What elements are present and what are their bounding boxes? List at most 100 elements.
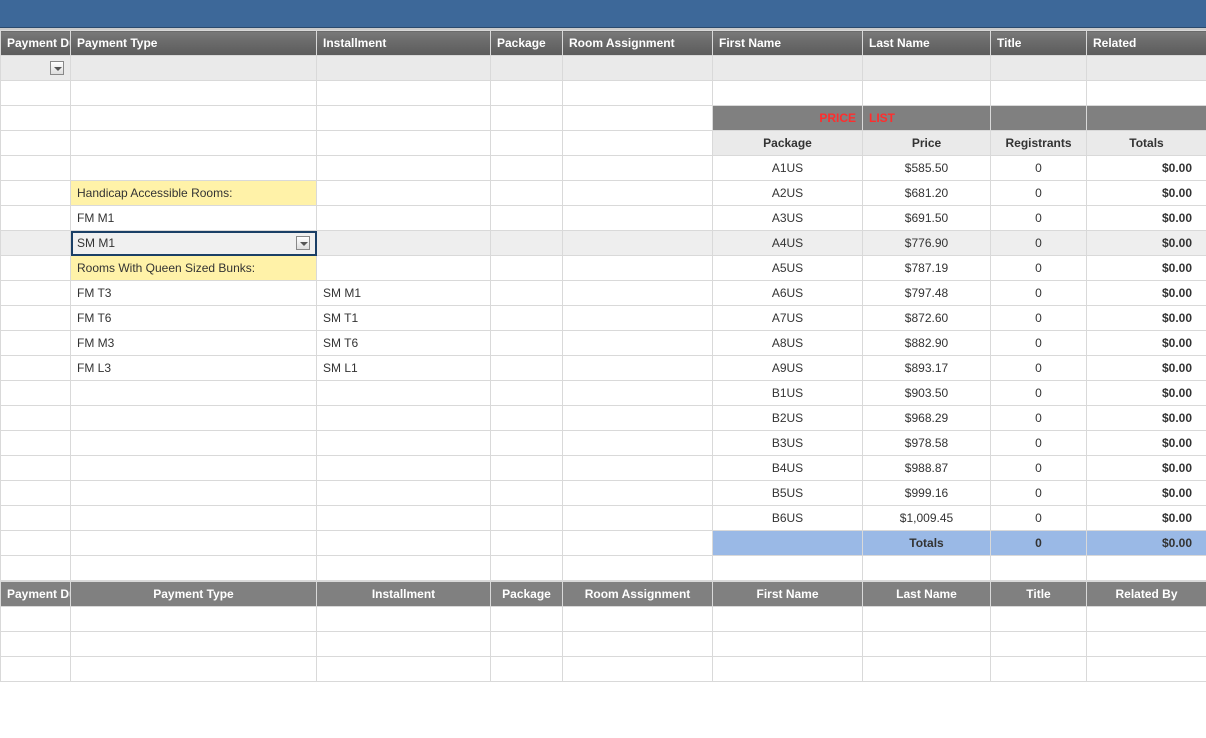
- cell[interactable]: [713, 81, 863, 106]
- col2-installment[interactable]: Installment: [317, 582, 491, 607]
- cell[interactable]: [563, 657, 713, 682]
- price-price[interactable]: $776.90: [863, 231, 991, 256]
- cell[interactable]: [491, 231, 563, 256]
- price-pkg[interactable]: A6US: [713, 281, 863, 306]
- cell[interactable]: FM L3: [71, 356, 317, 381]
- cell[interactable]: [1, 131, 71, 156]
- col-first-name[interactable]: First Name: [713, 31, 863, 56]
- filter-payment-due[interactable]: [1, 56, 71, 81]
- cell[interactable]: [491, 657, 563, 682]
- price-reg[interactable]: 0: [991, 381, 1087, 406]
- price-price[interactable]: $787.19: [863, 256, 991, 281]
- cell[interactable]: [991, 81, 1087, 106]
- cell-queen-header[interactable]: Rooms With Queen Sized Bunks:: [71, 256, 317, 281]
- cell[interactable]: [713, 607, 863, 632]
- cell[interactable]: [1087, 607, 1206, 632]
- col-installment[interactable]: Installment: [317, 31, 491, 56]
- cell[interactable]: [491, 607, 563, 632]
- cell[interactable]: [1, 356, 71, 381]
- price-reg[interactable]: 0: [991, 281, 1087, 306]
- col2-room-assignment[interactable]: Room Assignment: [563, 582, 713, 607]
- cell[interactable]: [563, 431, 713, 456]
- cell[interactable]: [317, 431, 491, 456]
- cell[interactable]: [491, 106, 563, 131]
- cell[interactable]: [317, 131, 491, 156]
- cell[interactable]: [317, 406, 491, 431]
- cell[interactable]: [563, 306, 713, 331]
- price-tot[interactable]: $0.00: [1087, 306, 1206, 331]
- cell[interactable]: [71, 81, 317, 106]
- cell[interactable]: [991, 607, 1087, 632]
- price-reg[interactable]: 0: [991, 181, 1087, 206]
- price-price[interactable]: $681.20: [863, 181, 991, 206]
- price-tot[interactable]: $0.00: [1087, 481, 1206, 506]
- cell[interactable]: [71, 381, 317, 406]
- cell[interactable]: [1, 657, 71, 682]
- price-pkg[interactable]: A2US: [713, 181, 863, 206]
- cell[interactable]: [1, 256, 71, 281]
- cell[interactable]: [317, 381, 491, 406]
- cell[interactable]: [317, 206, 491, 231]
- cell[interactable]: [491, 156, 563, 181]
- price-price[interactable]: $882.90: [863, 331, 991, 356]
- price-tot[interactable]: $0.00: [1087, 506, 1206, 531]
- cell[interactable]: [491, 556, 563, 581]
- cell[interactable]: [491, 531, 563, 556]
- cell[interactable]: [563, 81, 713, 106]
- price-tot[interactable]: $0.00: [1087, 381, 1206, 406]
- price-pkg[interactable]: B3US: [713, 431, 863, 456]
- price-tot[interactable]: $0.00: [1087, 256, 1206, 281]
- price-tot[interactable]: $0.00: [1087, 456, 1206, 481]
- cell[interactable]: [563, 456, 713, 481]
- filter-payment-type[interactable]: [71, 56, 317, 81]
- cell[interactable]: [491, 181, 563, 206]
- col2-related-by[interactable]: Related By: [1087, 582, 1206, 607]
- col2-payment-due[interactable]: Payment Due: [1, 582, 71, 607]
- price-tot[interactable]: $0.00: [1087, 406, 1206, 431]
- cell[interactable]: [71, 632, 317, 657]
- col2-first-name[interactable]: First Name: [713, 582, 863, 607]
- cell[interactable]: [491, 456, 563, 481]
- cell[interactable]: [1, 81, 71, 106]
- cell[interactable]: [863, 607, 991, 632]
- cell[interactable]: [317, 156, 491, 181]
- price-reg[interactable]: 0: [991, 206, 1087, 231]
- cell[interactable]: [563, 131, 713, 156]
- price-pkg[interactable]: B2US: [713, 406, 863, 431]
- cell[interactable]: [491, 81, 563, 106]
- col-related[interactable]: Related: [1087, 31, 1206, 56]
- cell[interactable]: [1, 181, 71, 206]
- price-tot[interactable]: $0.00: [1087, 206, 1206, 231]
- price-price[interactable]: $903.50: [863, 381, 991, 406]
- price-price[interactable]: $999.16: [863, 481, 991, 506]
- price-pkg[interactable]: A8US: [713, 331, 863, 356]
- cell[interactable]: [317, 256, 491, 281]
- cell[interactable]: [317, 531, 491, 556]
- price-reg[interactable]: 0: [991, 456, 1087, 481]
- cell[interactable]: [317, 481, 491, 506]
- price-tot[interactable]: $0.00: [1087, 181, 1206, 206]
- cell[interactable]: [713, 632, 863, 657]
- cell[interactable]: [71, 406, 317, 431]
- cell[interactable]: SM T6: [317, 331, 491, 356]
- cell[interactable]: [71, 131, 317, 156]
- cell[interactable]: [991, 657, 1087, 682]
- price-price[interactable]: $585.50: [863, 156, 991, 181]
- col2-last-name[interactable]: Last Name: [863, 582, 991, 607]
- cell[interactable]: [317, 106, 491, 131]
- cell[interactable]: [863, 657, 991, 682]
- price-pkg[interactable]: B1US: [713, 381, 863, 406]
- price-reg[interactable]: 0: [991, 406, 1087, 431]
- cell[interactable]: [71, 456, 317, 481]
- dropdown-icon[interactable]: [50, 61, 64, 75]
- price-price[interactable]: $893.17: [863, 356, 991, 381]
- cell[interactable]: SM M1: [317, 281, 491, 306]
- cell[interactable]: [317, 456, 491, 481]
- cell[interactable]: [71, 106, 317, 131]
- cell[interactable]: [563, 356, 713, 381]
- price-reg[interactable]: 0: [991, 156, 1087, 181]
- cell[interactable]: [491, 256, 563, 281]
- col-package[interactable]: Package: [491, 31, 563, 56]
- cell[interactable]: [1, 456, 71, 481]
- cell[interactable]: [1, 556, 71, 581]
